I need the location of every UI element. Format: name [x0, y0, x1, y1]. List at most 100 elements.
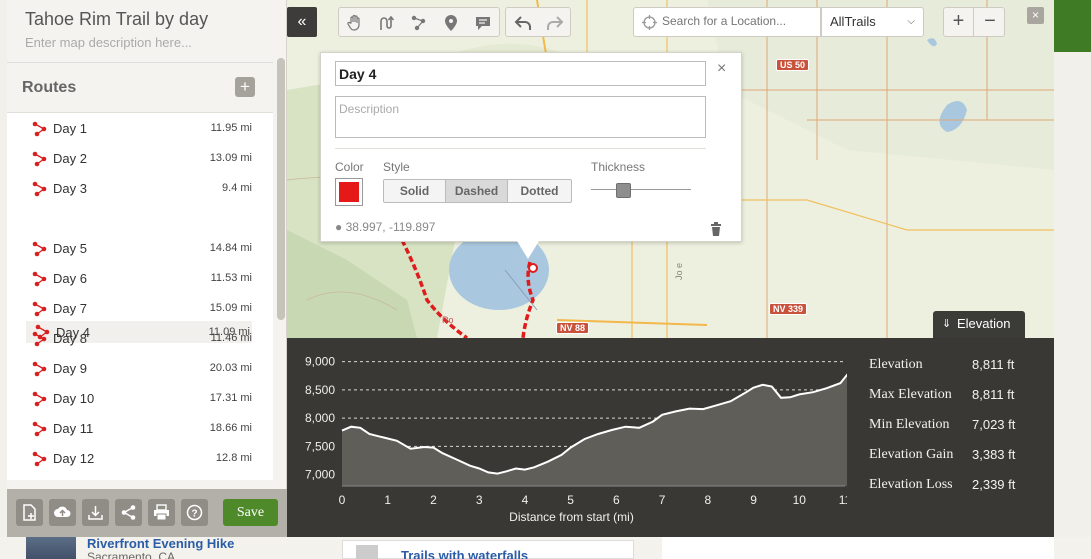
color-picker[interactable]	[335, 178, 363, 206]
color-label: Color	[335, 160, 364, 174]
x-axis-label: Distance from start (mi)	[509, 510, 634, 524]
x-tick-label: 9	[750, 493, 757, 507]
hand-icon	[347, 14, 360, 31]
share-button[interactable]	[115, 499, 142, 526]
route-item[interactable]: Day 11 18.66 mi	[7, 413, 273, 443]
road-shield-nv88: NV 88	[556, 322, 590, 334]
map-layer-select[interactable]: AllTrails ⌵	[821, 7, 924, 37]
upload-button[interactable]	[49, 499, 76, 526]
route-name: Day 12	[53, 451, 95, 466]
y-tick-label: 8,500	[305, 383, 335, 397]
route-item[interactable]: Day 5 14.84 mi	[7, 233, 273, 263]
stat-label: Elevation Gain	[869, 447, 954, 462]
zoom-out-button[interactable]: −	[975, 8, 1005, 36]
style-dashed-button[interactable]: Dashed	[446, 180, 508, 202]
style-solid-button[interactable]: Solid	[384, 180, 446, 202]
y-tick-label: 7,000	[305, 468, 335, 482]
route-list-scrollbar[interactable]	[277, 58, 285, 320]
route-item[interactable]: Day 8 11.46 mi	[7, 323, 273, 353]
marker-tool[interactable]	[435, 8, 467, 36]
save-button[interactable]: Save	[223, 499, 278, 526]
x-tick-label: 10	[793, 493, 807, 507]
stat-label: Elevation Loss	[869, 477, 953, 492]
redo-icon	[547, 16, 564, 30]
coordinates: ● 38.997, -119.897	[335, 220, 435, 234]
route-distance: 17.31 mi	[209, 392, 252, 404]
route-icon	[32, 181, 47, 197]
route-name-input[interactable]	[335, 61, 706, 86]
stat-label: Elevation	[869, 357, 923, 372]
route-icon	[32, 331, 47, 347]
double-chevron-left-icon: «	[297, 13, 307, 30]
stat-label: Min Elevation	[869, 417, 950, 432]
route-distance: 20.03 mi	[209, 362, 252, 374]
map-layer-value: AllTrails	[830, 14, 876, 29]
divider	[335, 148, 706, 149]
route-name: Day 7	[53, 301, 87, 316]
y-tick-label: 8,000	[305, 411, 335, 425]
stat-value: 7,023 ft	[972, 417, 1016, 432]
route-item[interactable]: Day 7 15.09 mi	[7, 293, 273, 323]
trail-link[interactable]: Riverfront Evening Hike	[87, 536, 234, 551]
trail-thumbnail[interactable]	[26, 537, 76, 559]
route-item[interactable]: Day 1 11.95 mi	[7, 113, 273, 143]
new-file-icon	[23, 504, 36, 521]
list-link[interactable]: Trails with waterfalls	[401, 548, 528, 559]
undo-button[interactable]	[507, 8, 539, 36]
waypoints-tool[interactable]	[403, 8, 435, 36]
thickness-slider-track[interactable]	[591, 189, 691, 190]
pan-tool[interactable]	[339, 8, 371, 36]
svg-text:Jo e: Jo e	[674, 263, 684, 280]
draw-route-tool[interactable]	[371, 8, 403, 36]
stat-label: Max Elevation	[869, 387, 952, 402]
road-shield-us50: US 50	[776, 59, 810, 71]
note-tool[interactable]	[467, 8, 499, 36]
download-button[interactable]	[82, 499, 109, 526]
new-route-button[interactable]	[16, 499, 43, 526]
close-map-button[interactable]: ×	[1027, 7, 1044, 24]
popup-pointer	[517, 241, 539, 259]
background-box	[662, 537, 1054, 559]
redo-button[interactable]	[539, 8, 571, 36]
collapse-sidebar-button[interactable]: «	[287, 7, 317, 37]
route-item[interactable]: Day 10 17.31 mi	[7, 383, 273, 413]
route-item[interactable]: Day 12 12.8 mi	[7, 443, 273, 473]
trash-icon[interactable]	[710, 221, 722, 236]
route-name: Day 6	[53, 271, 87, 286]
help-button[interactable]: ?	[181, 499, 208, 526]
waypoints-icon	[411, 15, 426, 31]
zoom-controls: + −	[943, 7, 1005, 37]
add-route-button[interactable]: +	[235, 77, 255, 97]
route-icon	[32, 391, 47, 407]
y-tick-label: 9,000	[305, 355, 335, 369]
share-icon	[121, 505, 136, 520]
elevation-toggle-label: Elevation	[957, 316, 1011, 331]
route-item[interactable]: Day 3 9.4 mi	[7, 173, 273, 203]
thickness-slider-handle[interactable]	[616, 183, 631, 198]
print-button[interactable]	[148, 499, 175, 526]
style-dotted-button[interactable]: Dotted	[508, 180, 571, 202]
upload-icon	[54, 506, 71, 517]
close-icon[interactable]: ×	[717, 60, 726, 78]
route-edit-popup: × Color Style Thickness SolidDashedDotte…	[320, 52, 742, 242]
route-item[interactable]: Day 9 20.03 mi	[7, 353, 273, 383]
trail-location: Sacramento, CA	[87, 550, 176, 559]
search-input[interactable]	[662, 14, 817, 28]
svg-text:Ro: Ro	[442, 315, 454, 325]
stat-value: 3,383 ft	[972, 447, 1016, 462]
map-title[interactable]: Tahoe Rim Trail by day	[25, 9, 208, 30]
route-distance: 9.4 mi	[222, 182, 252, 194]
elevation-toggle[interactable]: ⇓ Elevation	[933, 311, 1025, 338]
route-description-input[interactable]	[335, 96, 706, 138]
route-name: Day 8	[53, 331, 87, 346]
map-description[interactable]: Enter map description here...	[25, 35, 192, 50]
print-icon	[154, 504, 169, 521]
route-item[interactable]: Day 2 13.09 mi	[7, 143, 273, 173]
undo-icon	[514, 16, 531, 30]
route-item[interactable]: Day 6 11.53 mi	[7, 263, 273, 293]
route-distance: 11.53 mi	[210, 272, 252, 284]
elevation-panel: 7,000 7,500 8,000 8,500 9,000 0 1 2 3 4 5 6 7 8 9 10 11 D…	[287, 338, 1054, 537]
elevation-chart[interactable]: 7,000 7,500 8,000 8,500 9,000 0 1 2 3 4 5 6 7 8 9 10 11 D…	[287, 338, 847, 537]
zoom-in-button[interactable]: +	[944, 8, 974, 36]
route-icon	[32, 301, 47, 317]
